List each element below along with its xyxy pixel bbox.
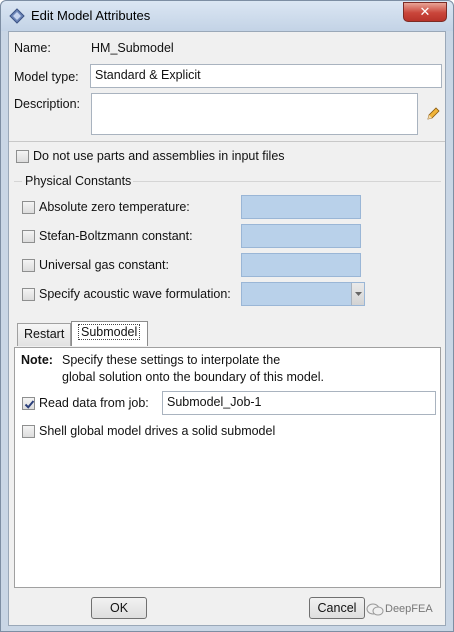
dialog-body: Name: HM_Submodel Model type: Standard &… <box>8 31 446 626</box>
job-name-field[interactable]: Submodel_Job-1 <box>162 391 436 415</box>
absolute-zero-label: Absolute zero temperature: <box>39 200 190 214</box>
acoustic-wave-dropdown[interactable] <box>241 282 365 306</box>
close-icon: ✕ <box>419 4 431 19</box>
group-border <box>14 181 22 182</box>
chevron-down-icon <box>355 292 362 296</box>
read-data-checkbox[interactable] <box>22 397 35 410</box>
acoustic-wave-label: Specify acoustic wave formulation: <box>39 287 231 301</box>
description-label: Description: <box>14 97 80 111</box>
chat-bubble-icon <box>366 603 384 616</box>
note-line-2: global solution onto the boundary of thi… <box>62 370 324 384</box>
name-value: HM_Submodel <box>91 41 174 55</box>
tab-submodel[interactable]: Submodel <box>71 321 148 346</box>
acoustic-wave-checkbox[interactable] <box>22 288 35 301</box>
universal-gas-checkbox[interactable] <box>22 259 35 272</box>
shell-global-label: Shell global model drives a solid submod… <box>39 424 276 438</box>
tab-submodel-label: Submodel <box>78 324 141 340</box>
tab-restart-label: Restart <box>24 327 65 341</box>
no-parts-checkbox[interactable] <box>16 150 29 163</box>
description-field[interactable] <box>91 93 418 135</box>
group-border <box>133 181 441 182</box>
universal-gas-label: Universal gas constant: <box>39 258 169 272</box>
stefan-boltzmann-label: Stefan-Boltzmann constant: <box>39 229 193 243</box>
shell-global-checkbox[interactable] <box>22 425 35 438</box>
tab-restart[interactable]: Restart <box>17 323 71 346</box>
read-data-label: Read data from job: <box>39 396 149 410</box>
app-icon <box>9 8 25 24</box>
cancel-button[interactable]: Cancel <box>309 597 365 619</box>
note-label: Note: <box>21 353 53 367</box>
model-type-label: Model type: <box>14 70 79 84</box>
note-line-1: Specify these settings to interpolate th… <box>62 353 281 367</box>
model-type-field[interactable]: Standard & Explicit <box>90 64 442 88</box>
submodel-tab-panel: Note: Specify these settings to interpol… <box>14 347 441 588</box>
no-parts-label: Do not use parts and assemblies in input… <box>33 149 285 163</box>
absolute-zero-field[interactable] <box>241 195 361 219</box>
window-title: Edit Model Attributes <box>31 8 151 23</box>
name-label: Name: <box>14 41 51 55</box>
physical-constants-heading: Physical Constants <box>25 174 132 188</box>
ok-button[interactable]: OK <box>91 597 147 619</box>
edit-pencil-icon[interactable] <box>425 106 441 122</box>
dialog-window: Edit Model Attributes ✕ Name: HM_Submode… <box>0 0 454 632</box>
stefan-boltzmann-checkbox[interactable] <box>22 230 35 243</box>
close-button[interactable]: ✕ <box>403 2 447 22</box>
watermark-text: DeepFEA <box>385 603 433 615</box>
universal-gas-field[interactable] <box>241 253 361 277</box>
separator <box>9 141 445 142</box>
absolute-zero-checkbox[interactable] <box>22 201 35 214</box>
dropdown-arrow[interactable] <box>351 283 364 305</box>
checkmark-icon <box>24 400 35 409</box>
stefan-boltzmann-field[interactable] <box>241 224 361 248</box>
title-bar[interactable]: Edit Model Attributes ✕ <box>1 1 453 31</box>
